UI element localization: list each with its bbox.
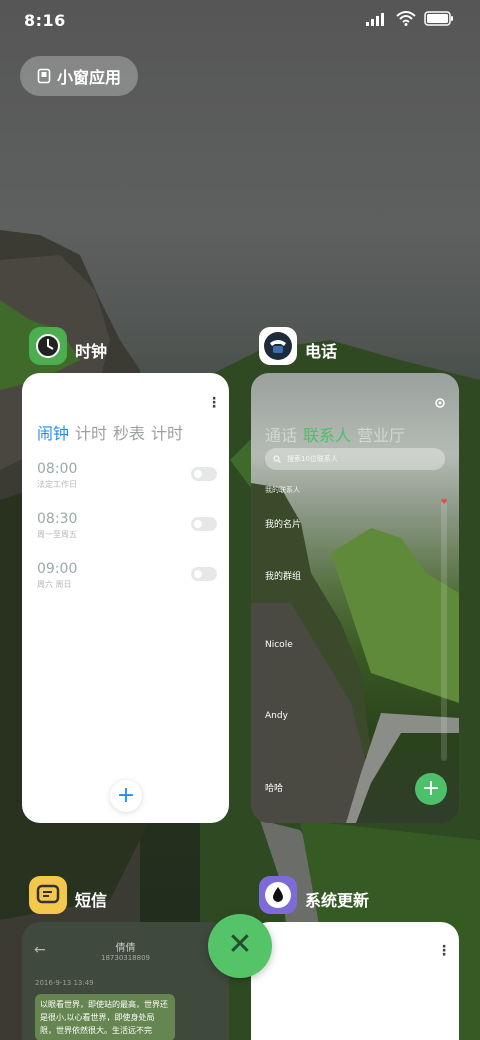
close-icon: ✕	[227, 927, 253, 962]
alarm-repeat: 法定工作日	[37, 480, 77, 489]
more-options-icon[interactable]: ⋮	[207, 396, 221, 410]
telephone-icon	[264, 332, 292, 360]
phone-app-icon[interactable]	[259, 327, 297, 365]
contact-search-input[interactable]: 搜索10位联系人	[265, 448, 445, 470]
alarm-time: 08:00	[37, 461, 78, 477]
clock-tabs: 闹钟 计时 秒表 计时	[37, 420, 183, 444]
phone-tabs: 通话 联系人 营业厅	[265, 422, 405, 446]
status-icons	[366, 11, 454, 26]
contact-item[interactable]: 哈哈	[265, 781, 283, 794]
sms-app-name: 短信	[75, 891, 108, 910]
more-options-icon[interactable]: ⋮	[437, 944, 451, 958]
wifi-icon	[396, 11, 416, 26]
alphabet-index-bar[interactable]	[441, 501, 447, 761]
alarm-item[interactable]: 08:30 周一至周五	[37, 511, 217, 540]
alarm-time: 09:00	[37, 561, 78, 577]
tab-contacts[interactable]: 联系人	[303, 422, 351, 446]
alarm-time: 08:30	[37, 511, 78, 527]
alarm-repeat: 周一至周五	[37, 530, 77, 539]
signal-icon	[366, 12, 384, 26]
contact-item[interactable]: Andy	[265, 711, 288, 721]
sms-message-bubble: 以眼看世界，即使站的最高，世界还是很小,以心看世界，即使身处局限，世界依然很大。…	[35, 994, 175, 1040]
small-window-apps-button[interactable]: 小窗应用	[20, 56, 138, 96]
heart-icon: ♥	[441, 498, 448, 506]
small-window-icon	[37, 68, 51, 84]
add-contact-button[interactable]: +	[415, 773, 447, 805]
sms-app-icon[interactable]	[29, 876, 67, 914]
drop-icon	[265, 882, 291, 908]
tab-world-clock[interactable]: 计时	[75, 420, 107, 444]
contact-item[interactable]: 我的名片	[265, 517, 301, 530]
tab-alarm[interactable]: 闹钟	[37, 420, 69, 444]
tab-timer[interactable]: 计时	[151, 420, 183, 444]
clear-all-button[interactable]: ✕	[208, 914, 272, 978]
contacts-section-label: 我的联系人	[265, 486, 300, 494]
alarm-item[interactable]: 08:00 法定工作日	[37, 461, 217, 490]
search-icon	[273, 455, 281, 463]
tab-stopwatch[interactable]: 秒表	[113, 420, 145, 444]
update-app-name: 系统更新	[305, 891, 370, 910]
tab-service-hall[interactable]: 营业厅	[357, 422, 405, 446]
tab-calls[interactable]: 通话	[265, 422, 297, 446]
add-alarm-button[interactable]: +	[110, 780, 142, 812]
sms-contact-name: 倩倩	[115, 943, 136, 954]
sms-date: 2016-9-13 13:49	[35, 979, 94, 987]
clock-app-icon[interactable]	[29, 327, 67, 365]
alarm-toggle[interactable]	[191, 567, 217, 581]
clock-icon	[36, 334, 60, 358]
status-bar: 8:16	[0, 0, 480, 42]
clock-app-card[interactable]: ⋮ 闹钟 计时 秒表 计时 08:00 法定工作日 08:30 周一至周五 09…	[22, 373, 229, 823]
alarm-repeat: 周六 周日	[37, 580, 72, 589]
clock-time: 8:16	[24, 11, 66, 30]
update-app-card[interactable]: ⋮	[251, 922, 459, 1040]
sms-contact-number: 18730318809	[101, 954, 150, 962]
alarm-toggle[interactable]	[191, 467, 217, 481]
battery-icon	[424, 11, 453, 26]
message-icon	[36, 884, 60, 904]
settings-icon[interactable]	[434, 397, 446, 409]
update-app-icon[interactable]	[259, 876, 297, 914]
phone-app-name: 电话	[305, 342, 338, 361]
alarm-toggle[interactable]	[191, 517, 217, 531]
phone-app-card[interactable]: 通话 联系人 营业厅 搜索10位联系人 我的联系人 我的名片 我的群组 Nico…	[251, 373, 459, 823]
alarm-item[interactable]: 09:00 周六 周日	[37, 561, 217, 590]
sms-app-card[interactable]: ← 倩倩 18730318809 2016-9-13 13:49 以眼看世界，即…	[22, 922, 229, 1040]
contact-item[interactable]: 我的群组	[265, 569, 301, 582]
clock-app-name: 时钟	[75, 342, 108, 361]
small-window-label: 小窗应用	[57, 68, 122, 87]
contact-item[interactable]: Nicole	[265, 640, 293, 650]
